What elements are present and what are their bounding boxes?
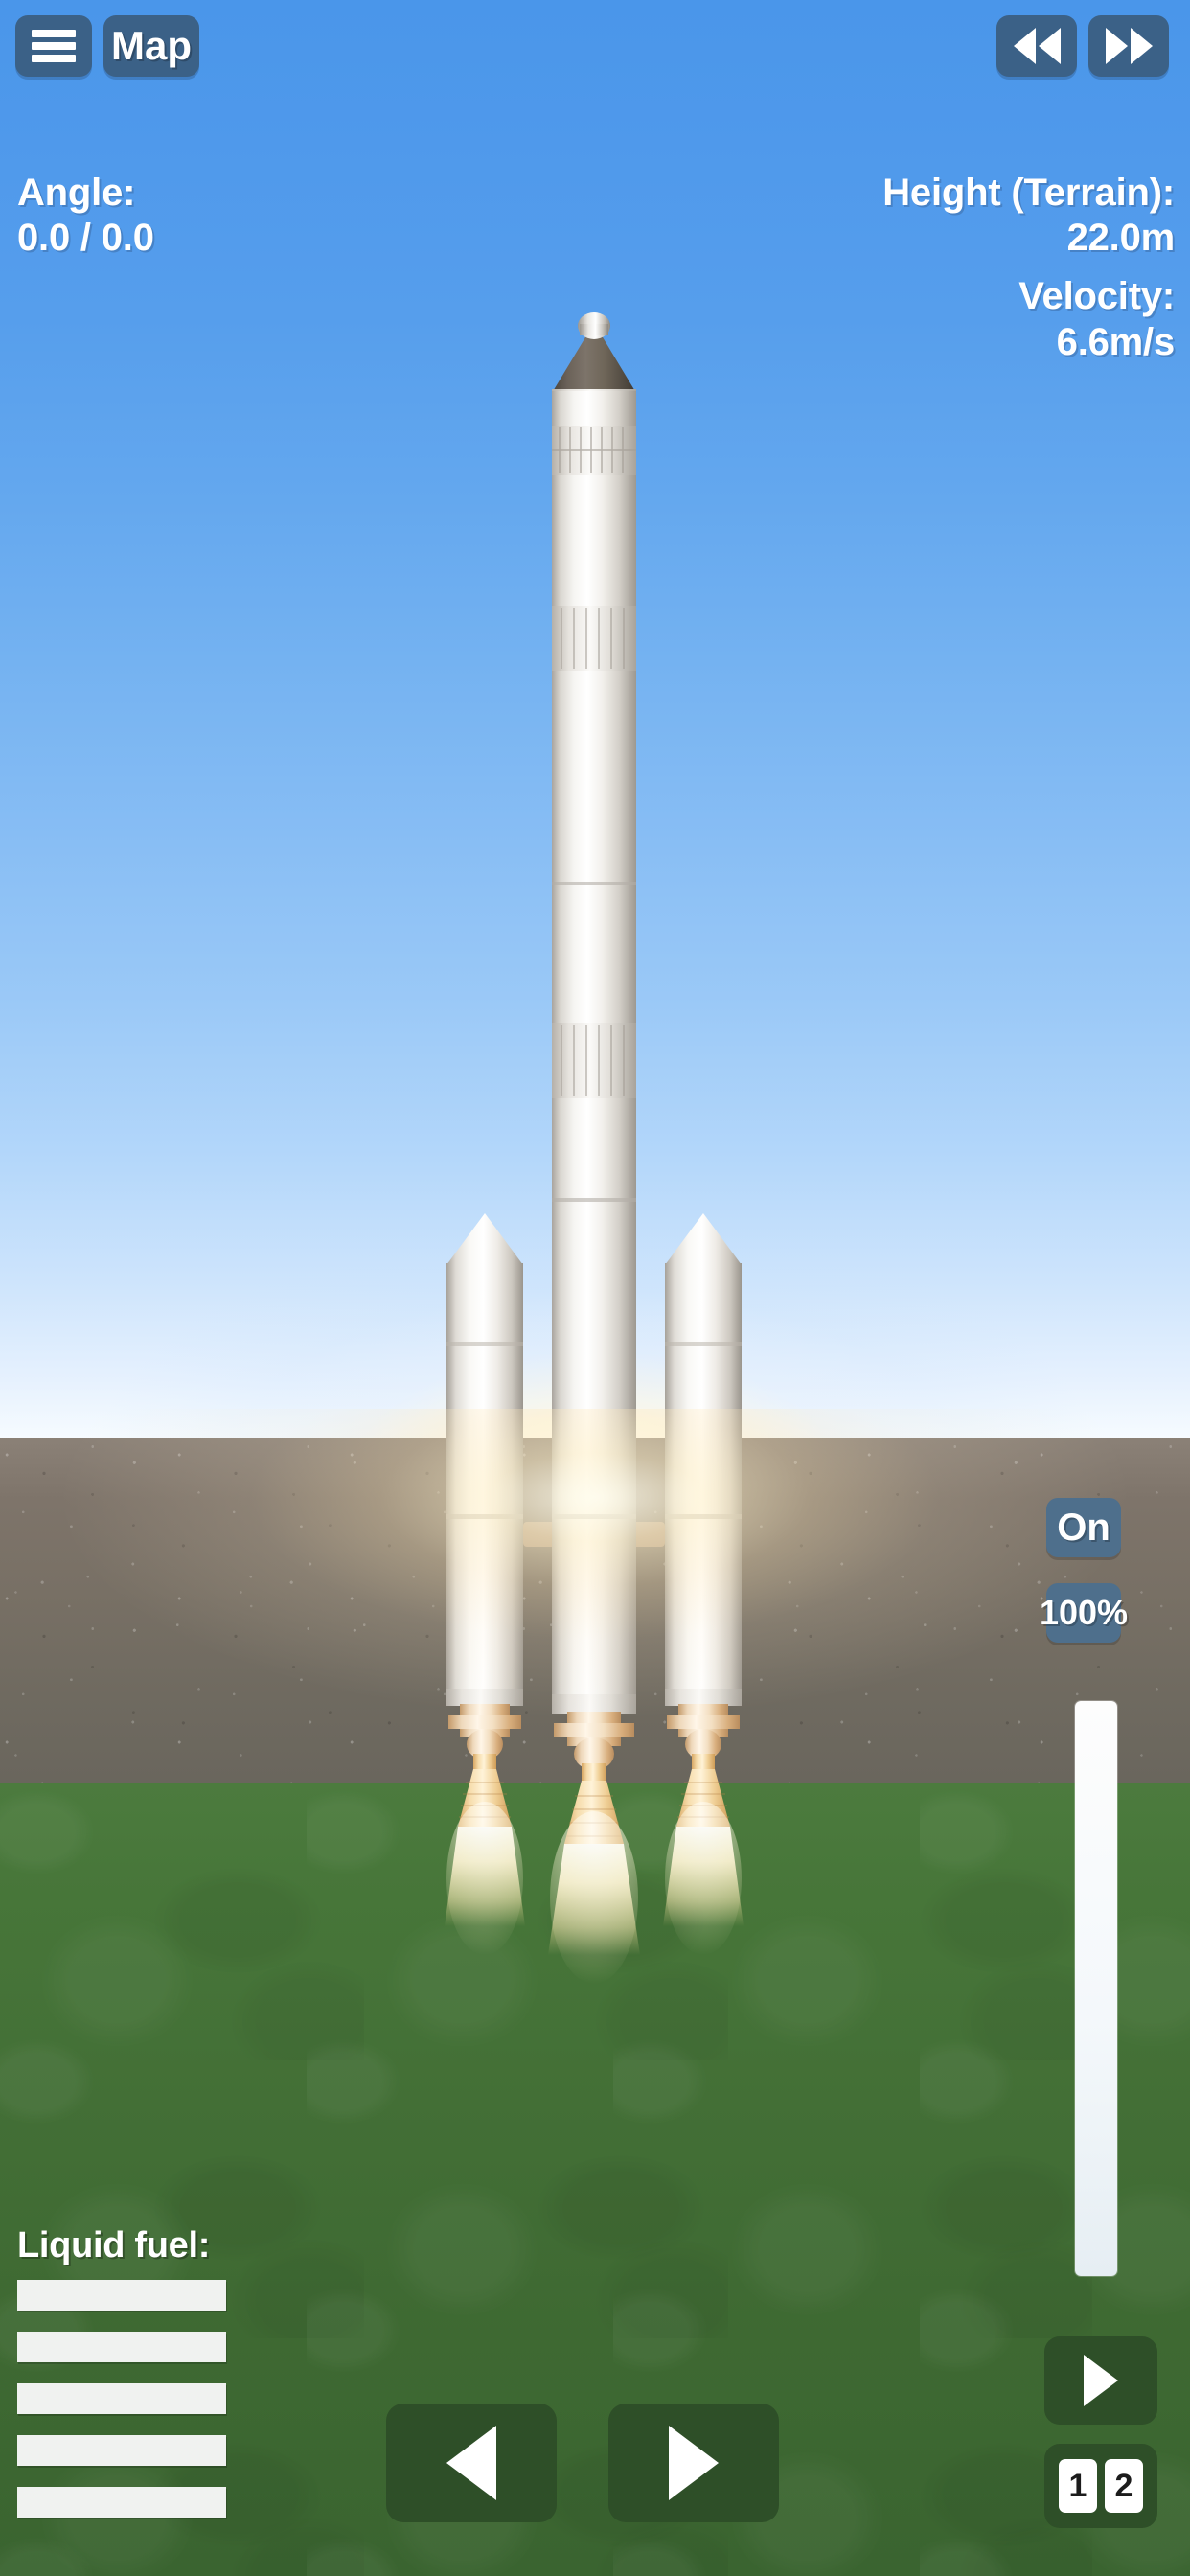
map-button[interactable]: Map: [103, 15, 199, 77]
stage-activate-button[interactable]: [1044, 2336, 1157, 2425]
rewind-double-arrow-icon: [1013, 28, 1061, 64]
rewind-button[interactable]: [996, 15, 1077, 77]
engine-toggle-button[interactable]: On: [1046, 1498, 1121, 1557]
stage-chip-1[interactable]: 1: [1059, 2459, 1097, 2513]
arrow-right-icon: [669, 2426, 719, 2500]
throttle-readout-button[interactable]: 100%: [1040, 1583, 1128, 1643]
fuel-bar: [17, 2487, 226, 2518]
fuel-bar: [17, 2435, 226, 2466]
menu-button[interactable]: [15, 15, 92, 77]
rotate-right-button[interactable]: [608, 2404, 779, 2522]
height-label: Height (Terrain):: [882, 172, 1175, 214]
fuel-bar: [17, 2280, 226, 2311]
stage-chip-2[interactable]: 2: [1105, 2459, 1143, 2513]
map-button-label: Map: [111, 23, 192, 68]
throttle-readout-label: 100%: [1039, 1593, 1129, 1632]
throttle-slider[interactable]: [1075, 1701, 1117, 2276]
game-viewport[interactable]: Map Angle: 0.0 / 0.0 Height (Terrain): 2…: [0, 0, 1190, 2576]
fuel-gauge-label: Liquid fuel:: [17, 2225, 211, 2266]
height-value: 22.0m: [1066, 217, 1176, 260]
velocity-label: Velocity:: [1018, 275, 1175, 318]
angle-value: 0.0 / 0.0: [17, 217, 154, 260]
rotate-left-button[interactable]: [386, 2404, 557, 2522]
hamburger-menu-icon: [32, 30, 76, 62]
terrain-rock-layer: [0, 1438, 1190, 1782]
fast-forward-double-arrow-icon: [1105, 28, 1153, 64]
arrow-left-icon: [446, 2426, 496, 2500]
angle-label: Angle:: [17, 172, 136, 214]
flight-readouts: Height (Terrain): 22.0m Velocity: 6.6m/s: [882, 171, 1175, 365]
fuel-bar: [17, 2332, 226, 2362]
angle-readout: Angle: 0.0 / 0.0: [17, 171, 154, 261]
fuel-gauge: Liquid fuel:: [17, 2225, 305, 2539]
play-triangle-icon: [1084, 2355, 1118, 2406]
velocity-value: 6.6m/s: [1056, 320, 1176, 363]
fuel-bar: [17, 2383, 226, 2414]
stage-indicator-group[interactable]: 1 2: [1044, 2444, 1157, 2528]
engine-toggle-label: On: [1057, 1506, 1110, 1549]
fast-forward-button[interactable]: [1088, 15, 1169, 77]
